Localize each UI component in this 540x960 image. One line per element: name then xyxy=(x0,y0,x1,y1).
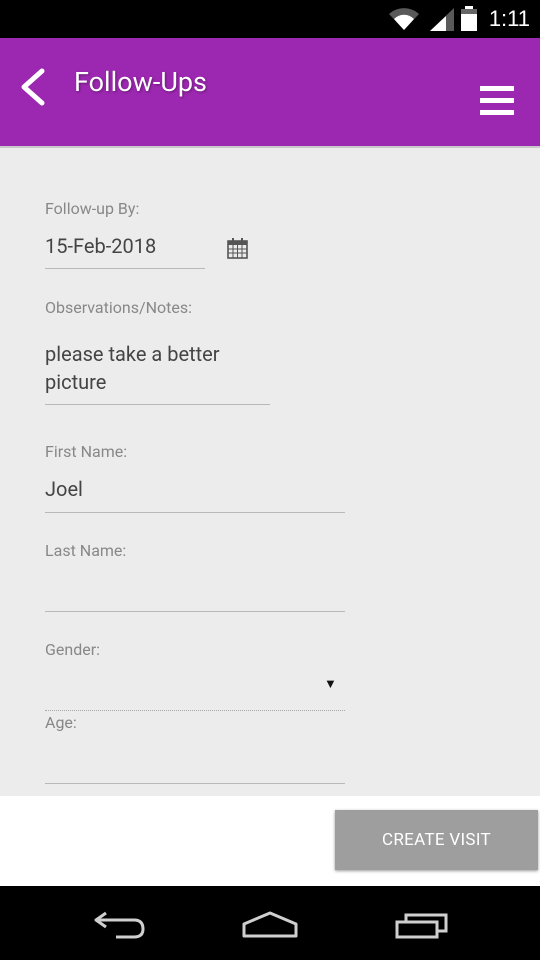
last-name-underline xyxy=(45,611,345,612)
create-visit-button[interactable]: CREATE VISIT xyxy=(335,810,538,870)
calendar-icon[interactable] xyxy=(227,238,248,259)
followup-date-field[interactable]: 15-Feb-2018 xyxy=(45,232,156,260)
first-name-label: First Name: xyxy=(45,442,128,461)
app-bar: Follow-Ups xyxy=(0,38,540,148)
back-arrow-icon[interactable] xyxy=(18,68,46,106)
followup-by-label: Follow-up By: xyxy=(45,199,140,218)
battery-icon xyxy=(461,6,477,31)
age-field[interactable] xyxy=(45,746,345,774)
gender-underline xyxy=(45,710,345,711)
gender-label: Gender: xyxy=(45,640,101,659)
notes-label: Observations/Notes: xyxy=(45,298,192,317)
status-bar: 1:11 xyxy=(0,0,540,38)
dropdown-arrow-icon[interactable]: ▼ xyxy=(324,676,337,692)
nav-back-icon[interactable] xyxy=(94,910,146,940)
last-name-field[interactable] xyxy=(45,574,345,602)
system-nav-bar xyxy=(0,886,540,960)
followup-date-underline xyxy=(45,268,205,269)
age-label: Age: xyxy=(45,713,77,732)
age-underline xyxy=(45,783,345,784)
signal-icon xyxy=(430,8,454,31)
nav-recent-apps-icon[interactable] xyxy=(394,910,450,940)
notes-line-1[interactable]: please take a better xyxy=(45,340,220,368)
hamburger-menu-icon[interactable] xyxy=(480,86,514,116)
page-title: Follow-Ups xyxy=(74,66,207,98)
nav-home-icon[interactable] xyxy=(242,910,298,940)
wifi-icon xyxy=(389,8,419,30)
status-time: 1:11 xyxy=(488,6,530,31)
notes-underline xyxy=(45,404,270,405)
last-name-label: Last Name: xyxy=(45,541,127,560)
notes-line-2[interactable]: picture xyxy=(45,368,106,396)
gender-select[interactable] xyxy=(45,670,345,698)
first-name-underline xyxy=(45,512,345,513)
first-name-field[interactable]: Joel xyxy=(45,475,83,503)
